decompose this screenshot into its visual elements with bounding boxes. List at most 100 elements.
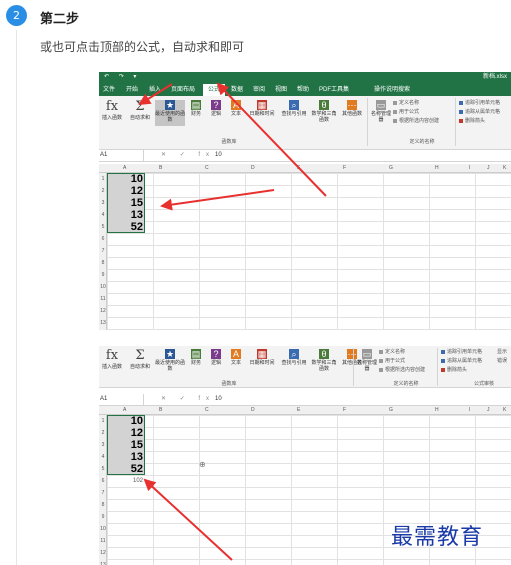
- tab-home[interactable]: 开始: [123, 84, 141, 96]
- row-header[interactable]: 4: [99, 209, 107, 221]
- row-header[interactable]: 1: [99, 173, 107, 185]
- text-button[interactable]: A 文本: [227, 100, 245, 117]
- row-header[interactable]: 4: [99, 451, 107, 463]
- logical-button[interactable]: ? 逻辑: [207, 100, 225, 117]
- row-header[interactable]: 13: [99, 317, 107, 329]
- insert-function-button[interactable]: fx 插入函数: [100, 100, 124, 122]
- lookup-button[interactable]: ⌕ 查找与引用: [279, 349, 309, 366]
- cell-a1[interactable]: 10: [107, 415, 143, 427]
- tab-help[interactable]: 帮助: [295, 84, 311, 96]
- tell-me-search[interactable]: 操作说明搜索: [367, 84, 417, 96]
- row-header[interactable]: 10: [99, 281, 107, 293]
- column-header[interactable]: H: [435, 164, 439, 173]
- cell-a5[interactable]: 52: [107, 221, 143, 233]
- trace-dependents-button[interactable]: 追踪从属单元格: [441, 358, 482, 365]
- use-in-formula-button[interactable]: 用于公式: [379, 358, 405, 365]
- quick-access-toolbar[interactable]: ↶ ↷ ▾: [104, 72, 140, 82]
- cell-a4[interactable]: 13: [107, 209, 143, 221]
- column-header[interactable]: F: [343, 406, 346, 415]
- column-header[interactable]: F: [343, 164, 346, 173]
- row-header[interactable]: 9: [99, 269, 107, 281]
- formula-input[interactable]: 10: [215, 150, 222, 161]
- tab-data[interactable]: 数据: [229, 84, 245, 96]
- name-manager-button[interactable]: ▭ 名称管理器: [357, 349, 377, 372]
- row-header[interactable]: 3: [99, 197, 107, 209]
- text-button[interactable]: A 文本: [227, 349, 245, 366]
- tab-file[interactable]: 文件: [101, 84, 117, 96]
- column-header[interactable]: D: [251, 164, 255, 173]
- row-header[interactable]: 10: [99, 523, 107, 535]
- more-functions-button[interactable]: ⋯ 其他函数: [339, 100, 365, 117]
- column-header[interactable]: A: [123, 164, 126, 173]
- use-in-formula-button[interactable]: 用于公式: [393, 109, 419, 116]
- define-name-button[interactable]: 定义名称: [379, 349, 405, 356]
- row-header[interactable]: 8: [99, 499, 107, 511]
- row-header[interactable]: 5: [99, 463, 107, 475]
- error-checking-button[interactable]: 错误: [497, 358, 507, 365]
- tab-review[interactable]: 审阅: [251, 84, 267, 96]
- autosum-button[interactable]: Σ 自动求和: [128, 349, 152, 371]
- column-header[interactable]: K: [503, 406, 506, 415]
- worksheet-grid[interactable]: A B C D E F G H I J K 1 2 3 4 5 6 7 8 9 …: [99, 164, 511, 330]
- recent-functions-button[interactable]: ★ 最近使用的函数: [155, 349, 185, 372]
- define-name-button[interactable]: 定义名称: [393, 100, 419, 107]
- math-trig-button[interactable]: θ 数学和三角函数: [311, 100, 337, 123]
- cell-a2[interactable]: 12: [107, 185, 143, 197]
- formula-input[interactable]: 10: [215, 394, 222, 405]
- column-header[interactable]: E: [297, 406, 300, 415]
- row-header[interactable]: 13: [99, 559, 107, 565]
- name-manager-button[interactable]: ▭ 名称管理器: [371, 100, 391, 123]
- column-header[interactable]: B: [159, 164, 162, 173]
- remove-arrows-button[interactable]: 删除箭头: [441, 367, 467, 374]
- cell-a3[interactable]: 15: [107, 439, 143, 451]
- row-header[interactable]: 12: [99, 547, 107, 559]
- recent-functions-button[interactable]: ★ 最近使用的函数: [155, 100, 185, 126]
- create-from-selection-button[interactable]: 根据所选内容创建: [393, 118, 439, 125]
- column-header[interactable]: C: [205, 164, 209, 173]
- insert-function-button[interactable]: fx 插入函数: [100, 349, 124, 371]
- logical-button[interactable]: ? 逻辑: [207, 349, 225, 366]
- cell-a6-sum-result[interactable]: 102: [107, 475, 143, 487]
- cell-a4[interactable]: 13: [107, 451, 143, 463]
- datetime-button[interactable]: ▦ 日期和时间: [247, 349, 277, 366]
- financial-button[interactable]: ▤ 财务: [187, 100, 205, 117]
- trace-precedents-button[interactable]: 追踪引用单元格: [441, 349, 482, 356]
- math-trig-button[interactable]: θ 数学和三角函数: [311, 349, 337, 372]
- column-header[interactable]: G: [389, 406, 393, 415]
- tab-formulas[interactable]: 公式: [203, 84, 225, 96]
- row-header[interactable]: 8: [99, 257, 107, 269]
- cell-a3[interactable]: 15: [107, 197, 143, 209]
- row-header[interactable]: 11: [99, 293, 107, 305]
- datetime-button[interactable]: ▦ 日期和时间: [247, 100, 277, 117]
- row-header[interactable]: 12: [99, 305, 107, 317]
- show-formulas-button[interactable]: 显示: [497, 349, 507, 356]
- cell-a5[interactable]: 52: [107, 463, 143, 475]
- row-header[interactable]: 2: [99, 427, 107, 439]
- trace-precedents-button[interactable]: 追踪引用单元格: [459, 100, 500, 107]
- column-header[interactable]: I: [469, 406, 470, 415]
- column-header[interactable]: A: [123, 406, 126, 415]
- tab-pdf-tools[interactable]: PDF工具集: [317, 84, 351, 96]
- name-box[interactable]: A1: [99, 394, 144, 405]
- column-header[interactable]: G: [389, 164, 393, 173]
- create-from-selection-button[interactable]: 根据所选内容创建: [379, 367, 425, 374]
- column-header[interactable]: B: [159, 406, 162, 415]
- row-header[interactable]: 9: [99, 511, 107, 523]
- column-header[interactable]: D: [251, 406, 255, 415]
- tab-insert[interactable]: 插入: [147, 84, 163, 96]
- tab-page-layout[interactable]: 页面布局: [169, 84, 197, 96]
- autosum-button[interactable]: Σ 自动求和: [128, 100, 152, 122]
- column-header[interactable]: E: [297, 164, 300, 173]
- row-header[interactable]: 6: [99, 233, 107, 245]
- column-header[interactable]: J: [487, 406, 490, 415]
- remove-arrows-button[interactable]: 删除箭头: [459, 118, 485, 125]
- formula-bar-controls[interactable]: ✕ ✓ fx: [161, 150, 215, 161]
- row-header[interactable]: 2: [99, 185, 107, 197]
- name-box[interactable]: A1: [99, 150, 144, 161]
- column-header[interactable]: K: [503, 164, 506, 173]
- financial-button[interactable]: ▤ 财务: [187, 349, 205, 366]
- column-header[interactable]: J: [487, 164, 490, 173]
- cell-a1[interactable]: 10: [107, 173, 143, 185]
- cell-a2[interactable]: 12: [107, 427, 143, 439]
- row-header[interactable]: 7: [99, 245, 107, 257]
